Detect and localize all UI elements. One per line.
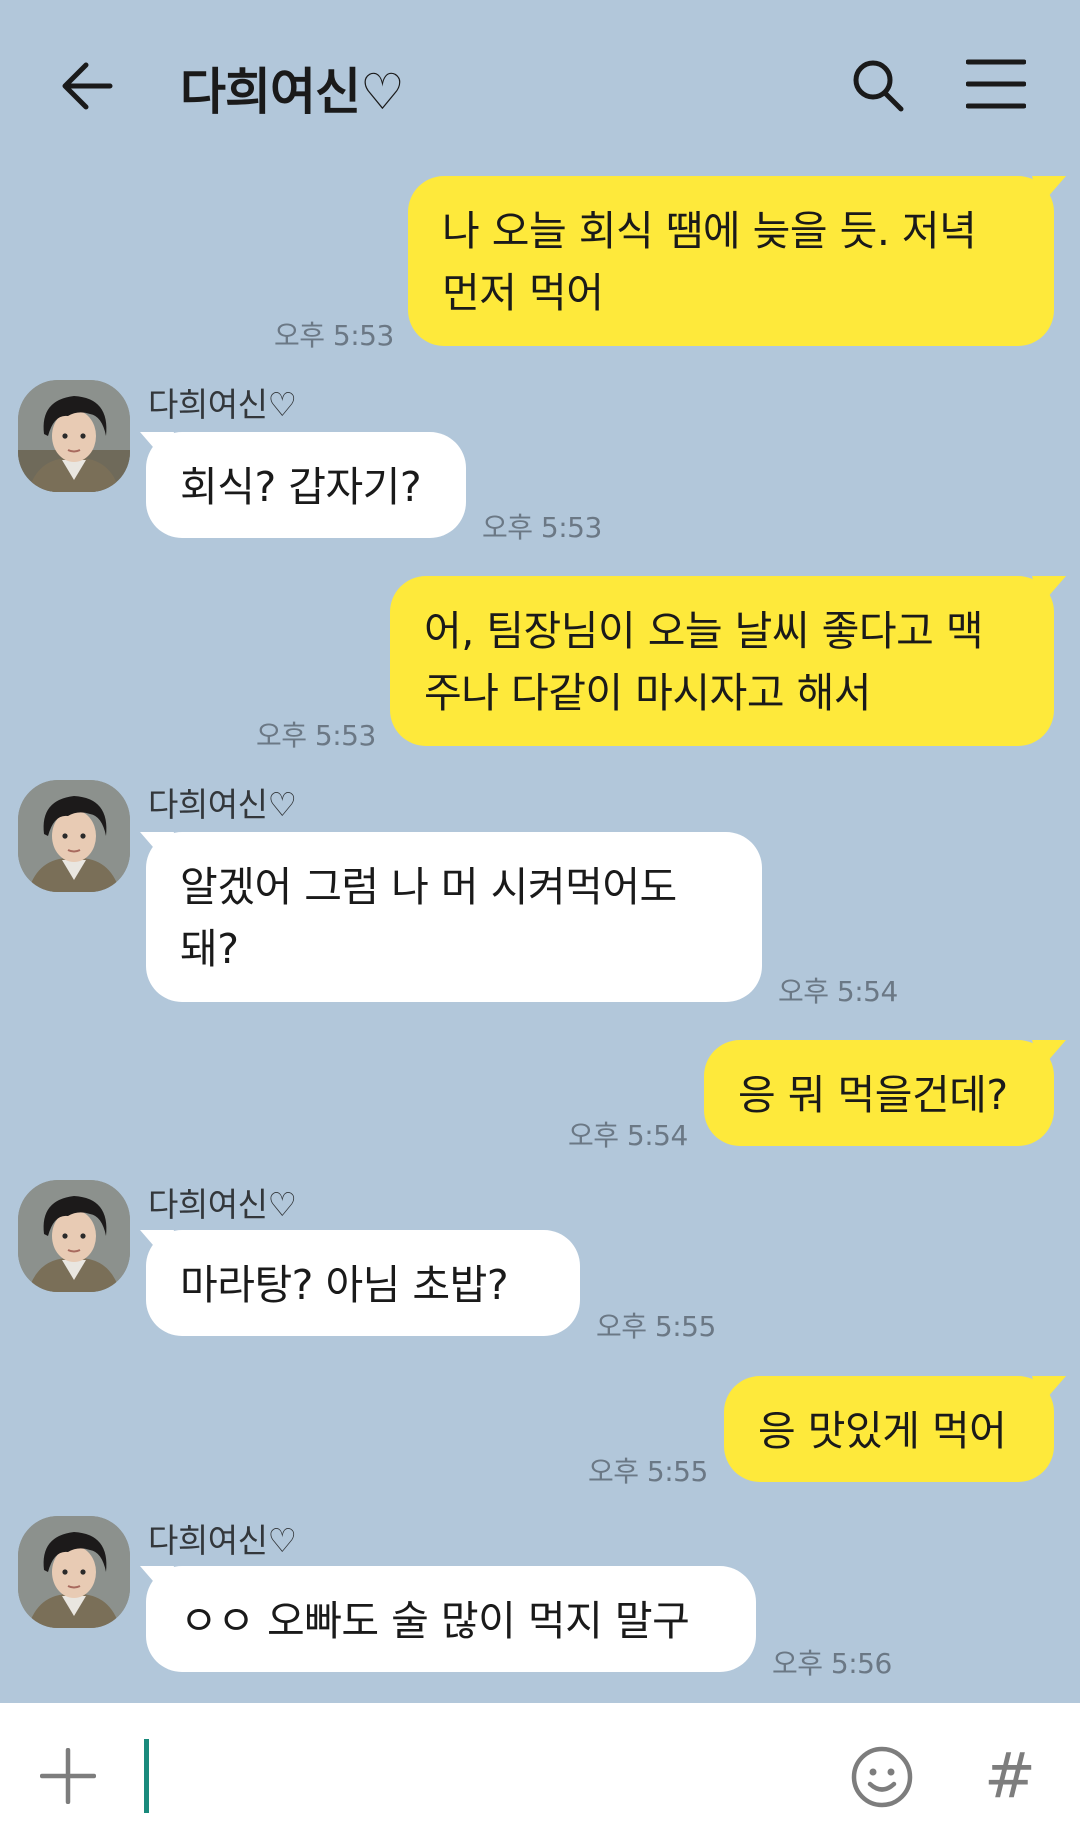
emoji-smile-icon	[851, 1746, 913, 1808]
bubble-tail	[1032, 1376, 1066, 1406]
bubble-tail	[1032, 176, 1066, 206]
message-bubble-sent[interactable]: 나 오늘 회식 땜에 늦을 듯. 저녁 먼저 먹어	[408, 176, 1054, 346]
search-icon	[853, 60, 904, 112]
message-time: 오후 5:56	[772, 1647, 892, 1680]
message-time: 오후 5:53	[274, 319, 394, 352]
text-caret	[144, 1739, 149, 1813]
message-time: 오후 5:54	[568, 1119, 688, 1152]
message-time: 오후 5:55	[596, 1310, 716, 1343]
message-bubble-sent[interactable]: 어, 팀장님이 오늘 날씨 좋다고 맥 주나 다같이 마시자고 해서	[390, 576, 1054, 746]
sender-name: 다희여신♡	[148, 1185, 297, 1224]
arrow-left-icon	[62, 62, 113, 110]
avatar[interactable]	[18, 1516, 130, 1628]
bubble-tail	[1032, 576, 1066, 606]
avatar[interactable]	[18, 1180, 130, 1292]
menu-button[interactable]	[965, 58, 1027, 110]
sender-name: 다희여신♡	[148, 1521, 297, 1560]
hashtag-search-button[interactable]: #	[980, 1743, 1040, 1809]
message-bubble-received[interactable]: 알겠어 그럼 나 머 시켜먹어도 돼?	[146, 832, 762, 1002]
message-input-bar: #	[0, 1703, 1080, 1848]
search-button[interactable]	[850, 56, 906, 114]
plus-icon	[39, 1747, 97, 1805]
back-button[interactable]	[58, 58, 118, 114]
message-bubble-received[interactable]: 마라탕? 아님 초밥?	[146, 1230, 580, 1336]
message-input[interactable]	[140, 1733, 824, 1821]
message-bubble-sent[interactable]: 응 뭐 먹을건데?	[704, 1040, 1054, 1146]
sender-name: 다희여신♡	[148, 785, 297, 824]
message-bubble-sent[interactable]: 응 맛있게 먹어	[724, 1376, 1054, 1482]
avatar[interactable]	[18, 380, 130, 492]
message-time: 오후 5:54	[778, 975, 898, 1008]
bubble-tail	[1032, 1040, 1066, 1070]
emoji-button[interactable]	[850, 1745, 914, 1809]
chat-title: 다희여신♡	[180, 63, 405, 121]
sender-name: 다희여신♡	[148, 385, 297, 424]
hamburger-menu-icon	[965, 59, 1027, 109]
message-bubble-received[interactable]: ㅇㅇ 오빠도 술 많이 먹지 말구	[146, 1566, 756, 1672]
message-time: 오후 5:53	[256, 719, 376, 752]
message-time: 오후 5:53	[482, 511, 602, 544]
chat-header: 다희여신♡	[0, 0, 1080, 170]
attach-button[interactable]	[39, 1747, 97, 1805]
message-time: 오후 5:55	[588, 1455, 708, 1488]
message-bubble-received[interactable]: 회식? 갑자기?	[146, 432, 466, 538]
avatar[interactable]	[18, 780, 130, 892]
